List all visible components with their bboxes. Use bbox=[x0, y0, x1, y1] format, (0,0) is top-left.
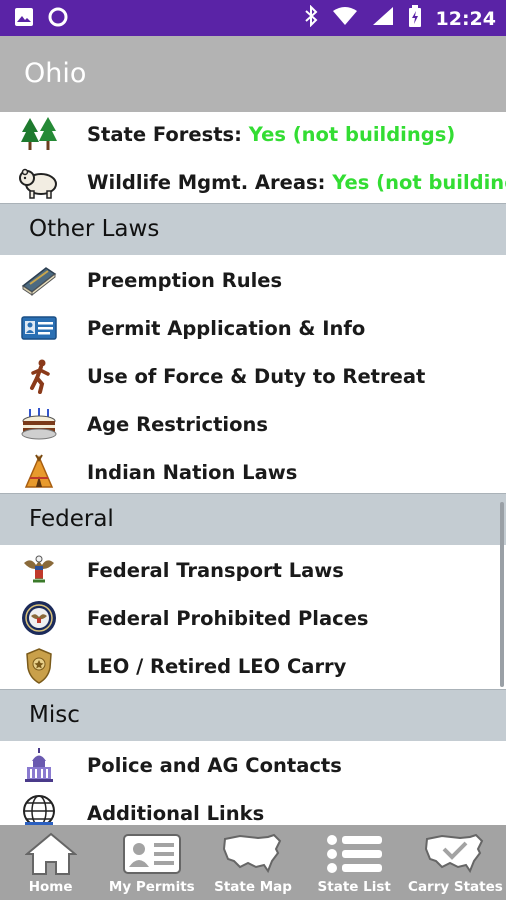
trees-icon bbox=[18, 115, 60, 153]
content-list[interactable]: State Forests: Yes (not buildings) Wildl… bbox=[0, 112, 506, 825]
presidential-seal-icon bbox=[18, 599, 60, 637]
usa-map-icon bbox=[222, 831, 284, 877]
police-badge-icon bbox=[18, 647, 60, 685]
list-item-age-restrictions[interactable]: Age Restrictions bbox=[0, 400, 506, 448]
list-item-additional-links[interactable]: Additional Links bbox=[0, 789, 506, 825]
nav-state-map-button[interactable]: State Map bbox=[202, 825, 303, 900]
nav-label: Home bbox=[28, 879, 73, 895]
list-item-permit-application[interactable]: Permit Application & Info bbox=[0, 304, 506, 352]
list-item-use-of-force[interactable]: Use of Force & Duty to Retreat bbox=[0, 352, 506, 400]
section-header-misc: Misc bbox=[0, 689, 506, 741]
list-item-wildlife-mgmt-areas[interactable]: Wildlife Mgmt. Areas: Yes (not buildings… bbox=[0, 158, 506, 206]
usa-check-map-icon bbox=[424, 831, 486, 877]
image-icon bbox=[14, 7, 34, 32]
section-title: Misc bbox=[29, 702, 80, 728]
eagle-seal-icon bbox=[18, 551, 60, 589]
section-title: Other Laws bbox=[29, 216, 160, 242]
nav-label: Carry States bbox=[408, 879, 503, 895]
signal-icon bbox=[372, 6, 394, 31]
row-label: Wildlife Mgmt. Areas: bbox=[87, 170, 333, 194]
list-item-preemption-rules[interactable]: Preemption Rules bbox=[0, 256, 506, 304]
running-man-icon bbox=[18, 357, 60, 395]
row-label: LEO / Retired LEO Carry bbox=[87, 654, 347, 678]
nav-my-permits-button[interactable]: My Permits bbox=[101, 825, 202, 900]
row-label: Use of Force & Duty to Retreat bbox=[87, 364, 426, 388]
row-label: Age Restrictions bbox=[87, 412, 268, 436]
row-label: Police and AG Contacts bbox=[87, 753, 342, 777]
status-bar: 12:24 bbox=[0, 0, 506, 36]
wifi-icon bbox=[332, 6, 358, 31]
list-item-leo-carry[interactable]: LEO / Retired LEO Carry bbox=[0, 642, 506, 690]
globe-www-icon bbox=[18, 794, 60, 825]
list-icon bbox=[324, 831, 384, 877]
row-value: Yes (not buildings) bbox=[248, 122, 456, 146]
scrollbar[interactable] bbox=[500, 502, 504, 687]
list-item-federal-transport-laws[interactable]: Federal Transport Laws bbox=[0, 546, 506, 594]
nav-state-list-button[interactable]: State List bbox=[304, 825, 405, 900]
list-item-federal-prohibited-places[interactable]: Federal Prohibited Places bbox=[0, 594, 506, 642]
row-label: Indian Nation Laws bbox=[87, 460, 298, 484]
row-value: Yes (not buildings) bbox=[332, 170, 506, 194]
row-label: Additional Links bbox=[87, 801, 265, 825]
bear-icon bbox=[18, 163, 60, 201]
bluetooth-icon bbox=[304, 4, 318, 32]
nav-label: State List bbox=[317, 879, 391, 895]
list-item-state-forests[interactable]: State Forests: Yes (not buildings) bbox=[0, 112, 506, 158]
row-label: Federal Transport Laws bbox=[87, 558, 344, 582]
battery-icon bbox=[408, 5, 422, 32]
row-label: Permit Application & Info bbox=[87, 316, 366, 340]
nav-carry-states-button[interactable]: Carry States bbox=[405, 825, 506, 900]
bottom-nav: Home My Permits State Map State List Car… bbox=[0, 825, 506, 900]
list-item-indian-nation-laws[interactable]: Indian Nation Laws bbox=[0, 448, 506, 496]
row-label: Federal Prohibited Places bbox=[87, 606, 369, 630]
row-label: State Forests: bbox=[87, 122, 249, 146]
circle-icon bbox=[48, 7, 68, 32]
status-time: 12:24 bbox=[435, 7, 496, 30]
teepee-icon bbox=[18, 453, 60, 491]
section-header-other-laws: Other Laws bbox=[0, 203, 506, 255]
nav-label: State Map bbox=[214, 879, 292, 895]
nav-home-button[interactable]: Home bbox=[0, 825, 101, 900]
home-icon bbox=[24, 831, 77, 877]
id-card-icon bbox=[18, 309, 60, 347]
id-card-icon bbox=[122, 831, 182, 877]
row-label: Preemption Rules bbox=[87, 268, 283, 292]
list-item-police-ag-contacts[interactable]: Police and AG Contacts bbox=[0, 741, 506, 789]
app-bar: Ohio bbox=[0, 36, 506, 112]
capitol-icon bbox=[18, 746, 60, 784]
section-title: Federal bbox=[29, 506, 114, 532]
page-title: Ohio bbox=[24, 58, 87, 89]
birthday-cake-icon bbox=[18, 405, 60, 443]
section-header-federal: Federal bbox=[0, 493, 506, 545]
nav-label: My Permits bbox=[108, 879, 195, 895]
book-icon bbox=[18, 261, 60, 299]
